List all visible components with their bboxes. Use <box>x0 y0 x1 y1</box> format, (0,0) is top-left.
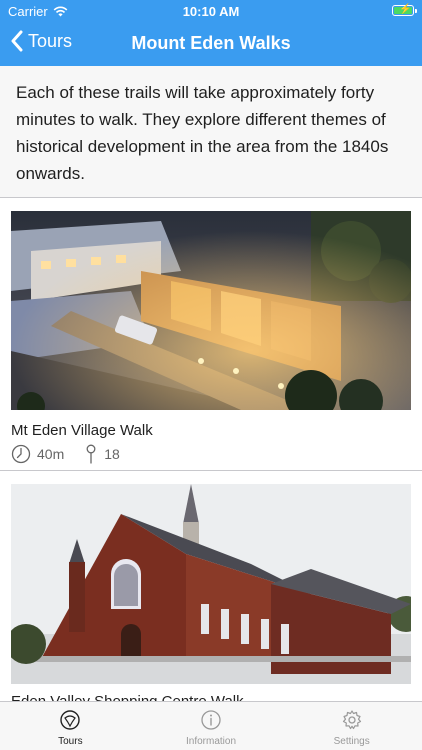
tab-label: Settings <box>333 736 370 747</box>
tab-label: Information <box>185 736 237 747</box>
compass-icon <box>60 710 81 730</box>
tab-label: Tours <box>58 736 83 747</box>
tour-card[interactable]: Eden Valley Shopping Centre Walk <box>0 471 422 710</box>
tour-image-church <box>11 484 411 684</box>
intro-section: Each of these trails will take approxima… <box>0 66 422 198</box>
tab-settings[interactable]: Settings <box>281 702 422 750</box>
tour-image-village-night <box>11 211 411 410</box>
tab-bar: Tours Information Settings <box>0 701 422 750</box>
gear-icon <box>342 710 361 730</box>
clock-icon <box>11 444 31 464</box>
battery-icon: ⚡ <box>392 4 417 16</box>
nav-bar: Tours Mount Eden Walks <box>0 22 422 66</box>
tour-title: Mt Eden Village Walk <box>11 422 153 439</box>
status-time: 10:10 AM <box>182 4 240 19</box>
tab-information[interactable]: Information <box>141 702 282 750</box>
header: Carrier 10:10 AM ⚡ Tours Mount Eden Walk… <box>0 0 422 66</box>
screen: Carrier 10:10 AM ⚡ Tours Mount Eden Walk… <box>0 0 422 750</box>
tour-meta: 40m 18 <box>11 444 134 464</box>
page-title: Mount Eden Walks <box>131 33 291 53</box>
intro-text: Each of these trails will take approxima… <box>16 83 389 183</box>
tour-duration: 40m <box>37 446 65 462</box>
tour-stop-count: 18 <box>104 446 120 462</box>
info-icon <box>201 710 221 730</box>
pin-icon <box>86 444 96 464</box>
tab-tours[interactable]: Tours <box>0 702 141 750</box>
status-bar: Carrier 10:10 AM ⚡ <box>0 0 422 22</box>
tour-card[interactable]: Mt Eden Village Walk 40m 18 <box>0 198 422 471</box>
